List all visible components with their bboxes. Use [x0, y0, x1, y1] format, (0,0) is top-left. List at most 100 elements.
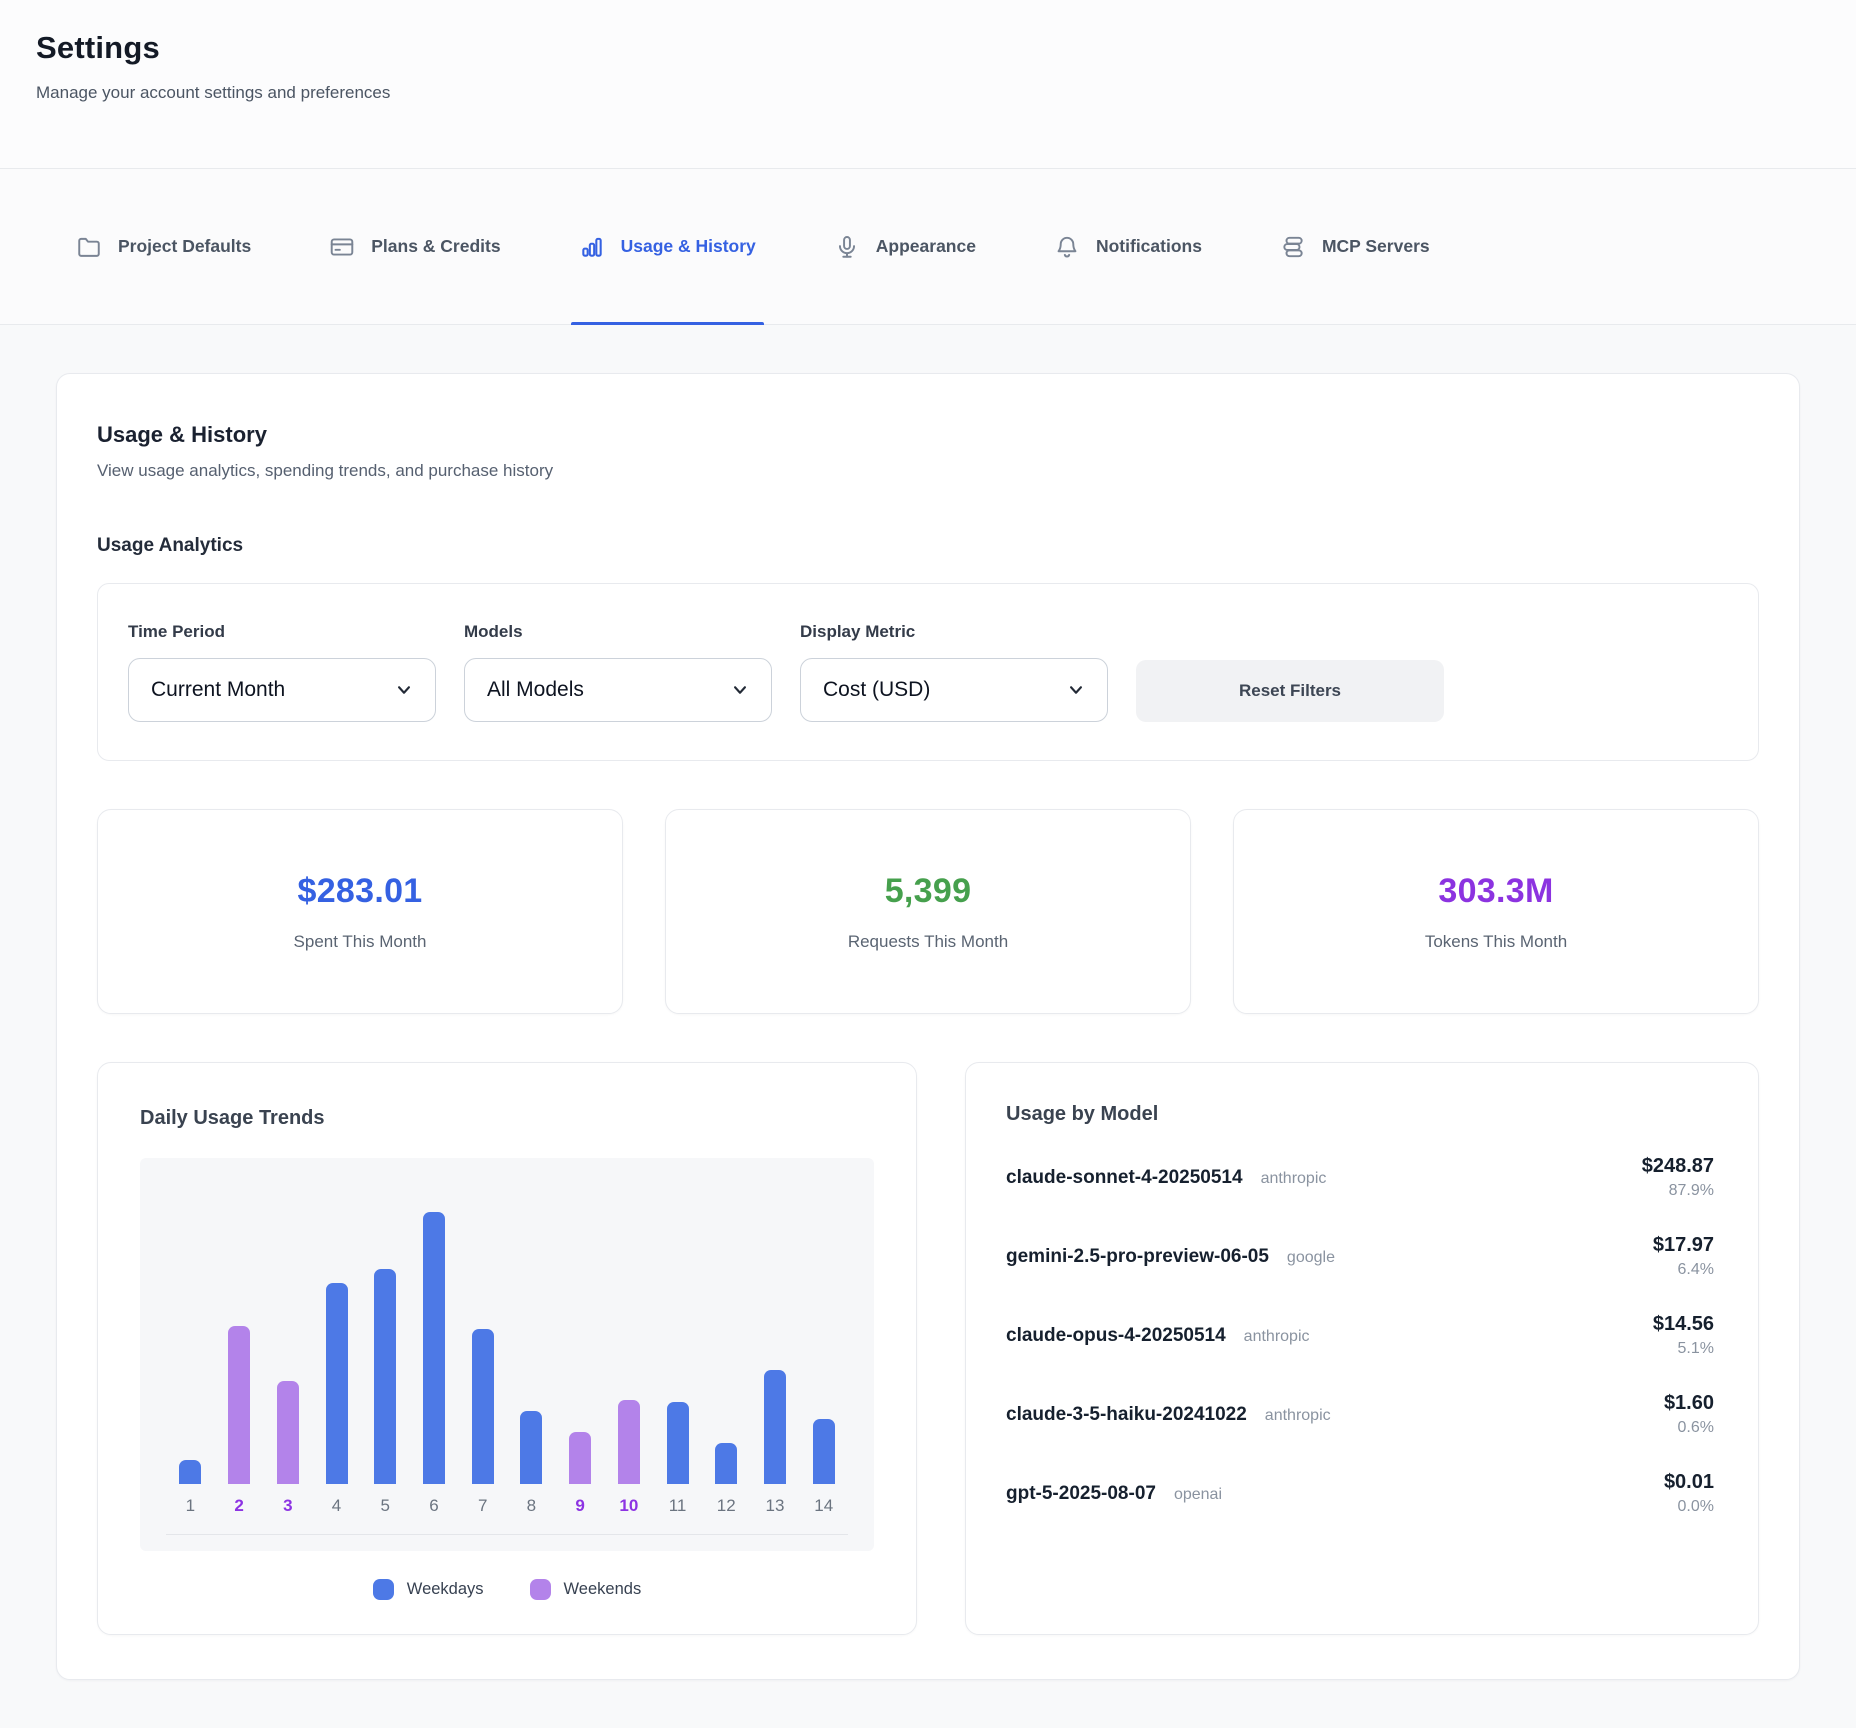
- bar-day-7: [472, 1329, 494, 1484]
- legend-label: Weekends: [564, 1580, 642, 1599]
- stats-row: $283.01 Spent This Month 5,399 Requests …: [97, 809, 1759, 1014]
- tick-label-2: 2: [215, 1496, 264, 1516]
- bar-column: [507, 1411, 556, 1484]
- tab-usage-history[interactable]: Usage & History: [577, 169, 758, 324]
- tick-label-5: 5: [361, 1496, 410, 1516]
- tick-label-1: 1: [166, 1496, 215, 1516]
- bar-column: [653, 1402, 702, 1484]
- bar-day-2: [228, 1326, 250, 1484]
- usage-by-model-title: Usage by Model: [1006, 1103, 1714, 1126]
- bar-day-12: [715, 1443, 737, 1484]
- tab-appearance[interactable]: Appearance: [832, 169, 978, 324]
- bar-day-3: [277, 1381, 299, 1484]
- model-percent: 6.4%: [1653, 1261, 1714, 1279]
- model-percent: 0.6%: [1664, 1419, 1714, 1437]
- tab-label: Notifications: [1096, 236, 1202, 257]
- models-label: Models: [464, 622, 772, 642]
- bar-day-1: [179, 1460, 201, 1484]
- tick-label-10: 10: [604, 1496, 653, 1516]
- tab-project-defaults[interactable]: Project Defaults: [74, 169, 253, 324]
- tick-label-7: 7: [458, 1496, 507, 1516]
- tab-notifications[interactable]: Notifications: [1052, 169, 1204, 324]
- axis-line: [166, 1534, 848, 1535]
- provider-label: anthropic: [1244, 1328, 1310, 1346]
- chevron-down-icon: [729, 679, 751, 701]
- main-content: Usage & History View usage analytics, sp…: [0, 325, 1856, 1680]
- tick-label-14: 14: [799, 1496, 848, 1516]
- bar-day-6: [423, 1212, 445, 1484]
- models-select[interactable]: All Models: [464, 658, 772, 722]
- time-period-select[interactable]: Current Month: [128, 658, 436, 722]
- model-row: claude-3-5-haiku-20241022 anthropic $1.6…: [1006, 1375, 1714, 1454]
- bar-column: [604, 1400, 653, 1484]
- tab-bar: Project Defaults Plans & Credits Usage: [0, 169, 1856, 325]
- legend-label: Weekdays: [407, 1580, 484, 1599]
- model-cost: $17.97: [1653, 1234, 1714, 1257]
- bar-column: [215, 1326, 264, 1484]
- bar-column: [166, 1460, 215, 1484]
- bell-icon: [1054, 234, 1080, 260]
- bar-day-9: [569, 1432, 591, 1484]
- bar-day-4: [326, 1283, 348, 1484]
- chart-legend: Weekdays Weekends: [140, 1579, 874, 1600]
- model-cost: $0.01: [1664, 1471, 1714, 1494]
- stat-value-spent: $283.01: [297, 872, 422, 911]
- stat-card-requests: 5,399 Requests This Month: [665, 809, 1191, 1014]
- tick-label-12: 12: [702, 1496, 751, 1516]
- models-value: All Models: [487, 678, 584, 702]
- tick-label-9: 9: [556, 1496, 605, 1516]
- chevron-down-icon: [393, 679, 415, 701]
- reset-filters-col: Reset Filters: [1136, 660, 1444, 722]
- ticks-row: 1234567891011121314: [140, 1496, 874, 1516]
- credit-card-icon: [329, 234, 355, 260]
- usage-by-model-card: Usage by Model claude-sonnet-4-20250514 …: [965, 1062, 1759, 1635]
- display-metric-value: Cost (USD): [823, 678, 930, 702]
- tab-label: Project Defaults: [118, 236, 251, 257]
- tab-label: Usage & History: [621, 236, 756, 257]
- bar-column: [312, 1283, 361, 1484]
- provider-label: openai: [1174, 1486, 1222, 1504]
- usage-history-panel: Usage & History View usage analytics, sp…: [56, 373, 1800, 1680]
- bar-column: [263, 1381, 312, 1484]
- legend-swatch-weekdays: [373, 1579, 394, 1600]
- model-cost: $248.87: [1642, 1155, 1714, 1178]
- bar-day-14: [813, 1419, 835, 1484]
- model-row: claude-sonnet-4-20250514 anthropic $248.…: [1006, 1138, 1714, 1217]
- tick-label-8: 8: [507, 1496, 556, 1516]
- tab-label: MCP Servers: [1322, 236, 1430, 257]
- bar-column: [751, 1370, 800, 1484]
- bar-column: [361, 1269, 410, 1484]
- bar-chart-icon: [579, 234, 605, 260]
- model-cost: $1.60: [1664, 1392, 1714, 1415]
- stat-label-spent: Spent This Month: [294, 932, 427, 952]
- tick-label-4: 4: [312, 1496, 361, 1516]
- tab-label: Appearance: [876, 236, 976, 257]
- microphone-icon: [834, 234, 860, 260]
- section-title: Usage & History: [97, 422, 1759, 448]
- display-metric-select[interactable]: Cost (USD): [800, 658, 1108, 722]
- model-name: claude-opus-4-20250514: [1006, 1325, 1226, 1347]
- stat-label-tokens: Tokens This Month: [1425, 932, 1567, 952]
- section-subtitle: View usage analytics, spending trends, a…: [97, 461, 1759, 481]
- time-period-filter: Time Period Current Month: [128, 622, 436, 722]
- tick-label-13: 13: [751, 1496, 800, 1516]
- stat-label-requests: Requests This Month: [848, 932, 1008, 952]
- tab-plans-credits[interactable]: Plans & Credits: [327, 169, 502, 324]
- chart-title: Daily Usage Trends: [140, 1107, 874, 1130]
- stat-card-tokens: 303.3M Tokens This Month: [1233, 809, 1759, 1014]
- provider-label: anthropic: [1265, 1407, 1331, 1425]
- tick-label-6: 6: [410, 1496, 459, 1516]
- model-percent: 5.1%: [1653, 1340, 1714, 1358]
- server-stack-icon: [1280, 234, 1306, 260]
- model-name: gemini-2.5-pro-preview-06-05: [1006, 1246, 1269, 1268]
- legend-weekends: Weekends: [530, 1579, 642, 1600]
- reset-filters-button[interactable]: Reset Filters: [1136, 660, 1444, 722]
- stat-value-tokens: 303.3M: [1438, 872, 1553, 911]
- legend-weekdays: Weekdays: [373, 1579, 484, 1600]
- stat-value-requests: 5,399: [885, 872, 972, 911]
- display-metric-label: Display Metric: [800, 622, 1108, 642]
- stat-card-spent: $283.01 Spent This Month: [97, 809, 623, 1014]
- tab-mcp-servers[interactable]: MCP Servers: [1278, 169, 1432, 324]
- page-subtitle: Manage your account settings and prefere…: [36, 83, 1820, 103]
- bar-column: [410, 1212, 459, 1484]
